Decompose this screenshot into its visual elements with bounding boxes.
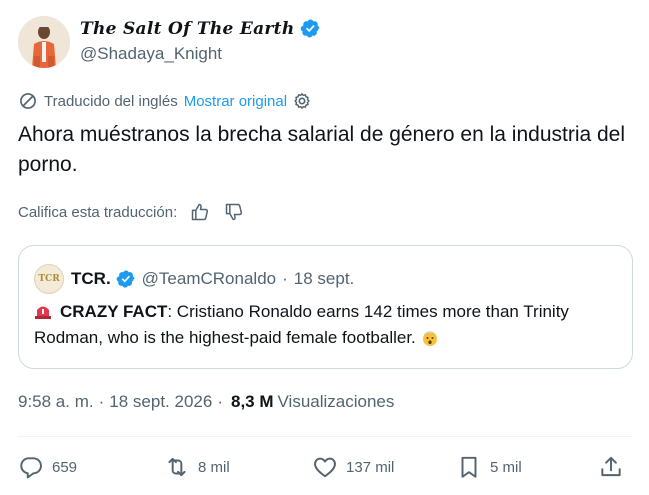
translation-notice: Traducido del inglés Mostrar original [18,91,312,111]
reply-button[interactable]: 659 [18,452,77,482]
verified-badge-icon [116,270,135,288]
rate-translation: Califica esta traducción: [18,202,244,222]
tweet-date[interactable]: 18 sept. 2026 [109,392,212,412]
bookmark-button[interactable]: 5 mil [456,452,522,482]
quoted-avatar[interactable]: TCR [34,264,64,294]
views-label: Visualizaciones [277,392,395,411]
like-count: 137 mil [346,458,395,476]
gear-icon[interactable] [292,91,312,111]
verified-badge-icon[interactable] [300,18,321,39]
tweet-meta: 9:58 a. m. · 18 sept. 2026 · 8,3 M Visua… [18,392,394,412]
siren-emoji-icon [35,306,51,319]
separator-dot: · [282,269,288,288]
views-count: 8,3 M [230,392,274,411]
quoted-text: CRAZY FACT: Cristiano Ronaldo earns 142 … [34,299,619,351]
share-icon [601,456,621,477]
exploding-head-emoji-icon [422,331,437,346]
action-bar: 659 8 mil 137 mil 5 mil [18,452,633,482]
share-button[interactable] [598,452,632,482]
reply-icon [20,457,42,479]
avatar[interactable] [18,16,70,68]
separator-dot: · [98,392,105,411]
separator-dot: · [217,392,223,411]
quoted-author-handle[interactable]: @TeamCRonaldo [142,269,276,289]
author-handle[interactable]: @Shadaya_Knight [80,44,222,64]
tweet-text: Ahora muéstranos la brecha salarial de g… [18,123,626,176]
tweet-header: The Salt Of The Earth @Shadaya_Knight [18,14,618,68]
thumbs-down-icon[interactable] [224,202,244,222]
thumbs-up-icon[interactable] [190,202,210,222]
show-original-link[interactable]: Mostrar original [184,93,287,110]
quoted-tweet[interactable]: TCR TCR. @TeamCRonaldo · 18 sept. CRAZY … [18,245,633,369]
reply-count: 659 [52,458,78,476]
quoted-author-name[interactable]: TCR. [71,269,111,289]
bookmark-icon [461,456,477,478]
bookmark-count: 5 mil [490,458,522,476]
tweet-time[interactable]: 9:58 a. m. [18,392,94,412]
heart-icon [314,457,336,478]
divider [18,436,633,437]
repost-button[interactable]: 8 mil [164,452,230,482]
translated-label: Traducido del inglés [44,92,178,110]
translate-icon [20,93,36,109]
like-button[interactable]: 137 mil [312,452,394,482]
author-display-name[interactable]: The Salt Of The Earth [80,19,295,39]
crazy-fact-label: CRAZY FACT [60,302,168,321]
repost-count: 8 mil [198,458,230,476]
rate-translation-label: Califica esta traducción: [18,203,178,221]
repost-icon [168,457,186,477]
quoted-date[interactable]: 18 sept. [294,269,355,289]
